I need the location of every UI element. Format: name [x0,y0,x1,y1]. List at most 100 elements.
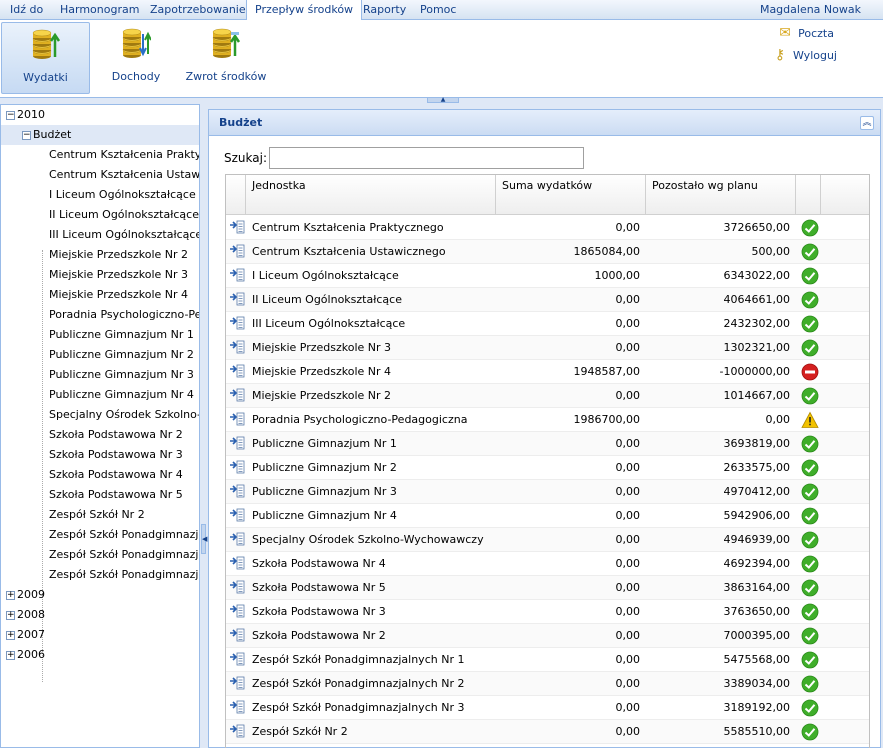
tree-leaf[interactable]: Zespół Szkół Nr 2 [1,505,199,525]
collapse-node-icon[interactable]: − [6,110,15,120]
table-row[interactable]: Zespół Szkół Ponadgimnazjalnych Nr 2 0,00… [226,672,869,696]
table-row[interactable]: Poradnia Psychologiczno-Pedagogiczna 1986… [226,408,869,432]
open-details-icon[interactable] [229,292,245,306]
open-details-icon[interactable] [229,724,245,738]
tree-leaf[interactable]: Publiczne Gimnazjum Nr 2 [1,345,199,365]
ribbon-button-coins-import[interactable]: Dochody [98,22,174,94]
collapse-node-icon[interactable]: − [22,130,31,140]
collapse-panel-button[interactable]: ︽ [860,116,874,130]
table-row[interactable]: Zespół Szkół Ponadgimnazjalnych Nr 1 0,00… [226,648,869,672]
ribbon-button-coins-return[interactable]: Zwrot środków [182,22,270,94]
open-details-icon[interactable] [229,580,245,594]
expand-node-icon[interactable]: + [6,630,15,640]
table-row[interactable]: Publiczne Gimnazjum Nr 1 0,00 3693819,00 [226,432,869,456]
table-row[interactable]: Miejskie Przedszkole Nr 2 0,00 1014667,00 [226,384,869,408]
column-header-spent[interactable]: Suma wydatków [496,175,646,215]
tree-leaf[interactable]: Miejskie Przedszkole Nr 4 [1,285,199,305]
open-details-icon[interactable] [229,700,245,714]
menu-item-3[interactable]: Przepływ środków [246,0,363,21]
table-row[interactable]: Zespół Szkół Nr 2 0,00 5585510,00 [226,720,869,744]
tree-leaf[interactable]: Centrum Kształcenia Praktycznego [1,145,199,165]
column-header-unit[interactable]: Jednostka [246,175,496,215]
tree-leaf[interactable]: I Liceum Ogólnokształcące [1,185,199,205]
table-row[interactable]: I Liceum Ogólnokształcące 1000,00 6343022,… [226,264,869,288]
column-header-remaining[interactable]: Pozostało wg planu [646,175,796,215]
tree-leaf[interactable]: Publiczne Gimnazjum Nr 4 [1,385,199,405]
ribbon-button-coins-export[interactable]: Wydatki [1,22,90,94]
tree-leaf[interactable]: Publiczne Gimnazjum Nr 1 [1,325,199,345]
link-key[interactable]: ⚷ Wyloguj [771,46,837,64]
open-details-icon[interactable] [229,508,245,522]
menu-item-1[interactable]: Harmonogram [52,0,147,20]
tree-leaf[interactable]: II Liceum Ogólnokształcące [1,205,199,225]
open-details-icon[interactable] [229,628,245,642]
table-row[interactable]: Specjalny Ośrodek Szkolno-Wychowawczy 0,0… [226,528,869,552]
table-row[interactable]: Centrum Kształcenia Praktycznego 0,00 3726… [226,216,869,240]
tree-node-year-2009[interactable]: +2009 [1,585,199,605]
menu-item-0[interactable]: Idź do [2,0,51,20]
collapse-ribbon-handle[interactable]: ▲ [427,97,459,103]
menu-item-5[interactable]: Pomoc [412,0,464,20]
table-row[interactable]: Miejskie Przedszkole Nr 4 1948587,00 -1000… [226,360,869,384]
menu-item-4[interactable]: Raporty [355,0,414,20]
menu-item-2[interactable]: Zapotrzebowanie [142,0,254,20]
open-details-icon[interactable] [229,220,245,234]
tree-leaf[interactable]: Szkoła Podstawowa Nr 5 [1,485,199,505]
tree-leaf[interactable]: Zespół Szkół Ponadgimnazjalnych Nr 1 [1,525,199,545]
table-row[interactable]: Publiczne Gimnazjum Nr 3 0,00 4970412,00 [226,480,869,504]
open-details-icon[interactable] [229,484,245,498]
tree-node-year-2007[interactable]: +2007 [1,625,199,645]
tree-leaf[interactable]: Szkoła Podstawowa Nr 3 [1,445,199,465]
link-mail[interactable]: ✉ Poczta [776,24,834,42]
tree-node-label: III Liceum Ogólnokształcące [49,228,200,241]
tree-leaf[interactable]: Szkoła Podstawowa Nr 2 [1,425,199,445]
tree-leaf[interactable]: Centrum Kształcenia Ustawicznego [1,165,199,185]
open-details-icon[interactable] [229,676,245,690]
tree-leaf[interactable]: III Liceum Ogólnokształcące [1,225,200,245]
table-row[interactable]: Zespół Szkół Ponadgimnazjalnych Nr 3 0,00… [226,696,869,720]
tree-leaf[interactable]: Poradnia Psychologiczno-Pedagogiczna [1,305,199,325]
open-details-icon[interactable] [229,652,245,666]
table-row[interactable]: Publiczne Gimnazjum Nr 2 0,00 2633575,00 [226,456,869,480]
table-row[interactable]: III Liceum Ogólnokształcące 0,00 2432302,0… [226,312,869,336]
table-row[interactable]: Szkoła Podstawowa Nr 2 0,00 7000395,00 [226,624,869,648]
tree-node-budget[interactable]: − Budżet [1,125,199,145]
open-details-icon[interactable] [229,532,245,546]
expand-node-icon[interactable]: + [6,590,15,600]
expand-node-icon[interactable]: + [6,610,15,620]
table-row[interactable]: Centrum Kształcenia Ustawicznego 1865084,… [226,240,869,264]
open-details-icon[interactable] [229,556,245,570]
table-row[interactable]: Szkoła Podstawowa Nr 4 0,00 4692394,00 [226,552,869,576]
table-row[interactable]: Szkoła Podstawowa Nr 3 0,00 3763650,00 [226,600,869,624]
tree-node-year-2010[interactable]: −2010 [1,105,199,125]
open-details-icon[interactable] [229,364,245,378]
vertical-splitter[interactable]: ◀ [200,104,208,748]
open-details-icon[interactable] [229,268,245,282]
open-details-icon[interactable] [229,388,245,402]
collapse-tree-handle[interactable]: ◀ [201,524,207,554]
tree-node-year-2008[interactable]: +2008 [1,605,199,625]
table-row[interactable]: Publiczne Gimnazjum Nr 4 0,00 5942906,00 [226,504,869,528]
search-input[interactable] [269,147,584,169]
open-details-icon[interactable] [229,604,245,618]
tree-leaf[interactable]: Zespół Szkół Ponadgimnazjalnych Nr 3 [1,565,199,585]
tree-leaf[interactable]: Zespół Szkół Ponadgimnazjalnych Nr 2 [1,545,199,565]
tree-node-year-2006[interactable]: +2006 [1,645,199,665]
cell-remaining: 3693819,00 [723,437,790,450]
expand-node-icon[interactable]: + [6,650,15,660]
tree-leaf[interactable]: Szkoła Podstawowa Nr 4 [1,465,199,485]
open-details-icon[interactable] [229,316,245,330]
column-header-status[interactable] [796,175,821,215]
tree-leaf[interactable]: Miejskie Przedszkole Nr 2 [1,245,199,265]
open-details-icon[interactable] [229,460,245,474]
open-details-icon[interactable] [229,436,245,450]
table-row[interactable]: Szkoła Podstawowa Nr 5 0,00 3863164,00 [226,576,869,600]
table-row[interactable]: II Liceum Ogólnokształcące 0,00 4064661,00 [226,288,869,312]
open-details-icon[interactable] [229,340,245,354]
open-details-icon[interactable] [229,412,245,426]
table-row[interactable]: Miejskie Przedszkole Nr 3 0,00 1302321,00 [226,336,869,360]
tree-leaf[interactable]: Specjalny Ośrodek Szkolno-Wychowawczy [1,405,199,425]
open-details-icon[interactable] [229,244,245,258]
tree-leaf[interactable]: Miejskie Przedszkole Nr 3 [1,265,199,285]
tree-leaf[interactable]: Publiczne Gimnazjum Nr 3 [1,365,199,385]
